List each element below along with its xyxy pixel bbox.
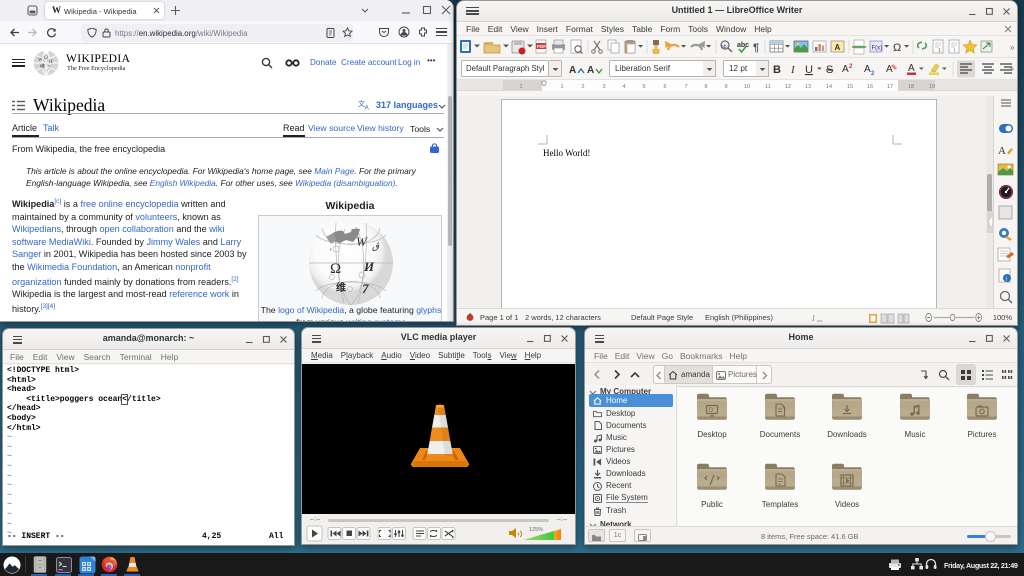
- svg-text:9: 9: [724, 84, 727, 90]
- svg-text:ڨ: ڨ: [372, 241, 379, 251]
- svg-text:A: A: [365, 105, 370, 111]
- svg-text:A: A: [842, 64, 849, 75]
- svg-text:A: A: [908, 63, 915, 74]
- svg-text:3: 3: [602, 84, 605, 90]
- svg-text:I: I: [790, 64, 796, 76]
- svg-text:12: 12: [785, 84, 791, 90]
- svg-text:4: 4: [622, 84, 625, 90]
- svg-text:6: 6: [663, 84, 666, 90]
- svg-text:S: S: [826, 64, 833, 76]
- svg-text:F(x): F(x): [872, 46, 883, 52]
- svg-text:维: 维: [336, 281, 346, 294]
- svg-text:A: A: [835, 43, 841, 52]
- svg-text:2: 2: [871, 71, 875, 77]
- svg-text:8: 8: [704, 84, 707, 90]
- svg-text:И: И: [49, 60, 53, 65]
- svg-text:ab: ab: [721, 44, 727, 50]
- svg-text:U: U: [805, 64, 813, 76]
- svg-text:18: 18: [908, 84, 914, 90]
- svg-text:A: A: [864, 64, 871, 75]
- svg-text:13: 13: [805, 84, 811, 90]
- svg-text:1: 1: [938, 48, 941, 54]
- svg-text:7: 7: [684, 84, 687, 90]
- svg-text:И: И: [363, 259, 375, 274]
- svg-text:PDF: PDF: [537, 44, 546, 49]
- svg-text:2: 2: [849, 64, 853, 70]
- svg-text:7: 7: [362, 281, 369, 296]
- svg-text:A: A: [998, 145, 1006, 157]
- svg-text:Ω: Ω: [44, 56, 48, 61]
- svg-text:I: I: [812, 314, 815, 323]
- svg-text:W: W: [38, 58, 43, 63]
- svg-text:A: A: [569, 65, 576, 76]
- svg-text:abc: abc: [737, 42, 749, 49]
- svg-text:14: 14: [826, 84, 832, 90]
- svg-text:Ω: Ω: [893, 42, 901, 54]
- svg-text:15: 15: [847, 84, 853, 90]
- svg-text:19: 19: [929, 84, 935, 90]
- svg-text:16: 16: [867, 84, 873, 90]
- svg-text:A: A: [587, 65, 594, 76]
- svg-text:维: 维: [40, 63, 45, 70]
- svg-text:2: 2: [581, 84, 584, 90]
- svg-text:i: i: [954, 48, 955, 54]
- svg-text:Ω: Ω: [330, 261, 341, 277]
- svg-text:125%: 125%: [529, 527, 543, 533]
- svg-text:D: D: [709, 408, 714, 414]
- svg-text:B: B: [773, 64, 781, 76]
- svg-text:W: W: [356, 234, 368, 249]
- svg-text:1: 1: [519, 84, 522, 90]
- svg-text:10: 10: [744, 84, 750, 90]
- svg-text:¶: ¶: [753, 42, 759, 54]
- svg-text:1: 1: [560, 84, 563, 90]
- svg-text:11: 11: [765, 84, 771, 90]
- svg-text:17: 17: [887, 84, 893, 90]
- svg-text:5: 5: [642, 84, 645, 90]
- svg-text:»: »: [1010, 43, 1015, 52]
